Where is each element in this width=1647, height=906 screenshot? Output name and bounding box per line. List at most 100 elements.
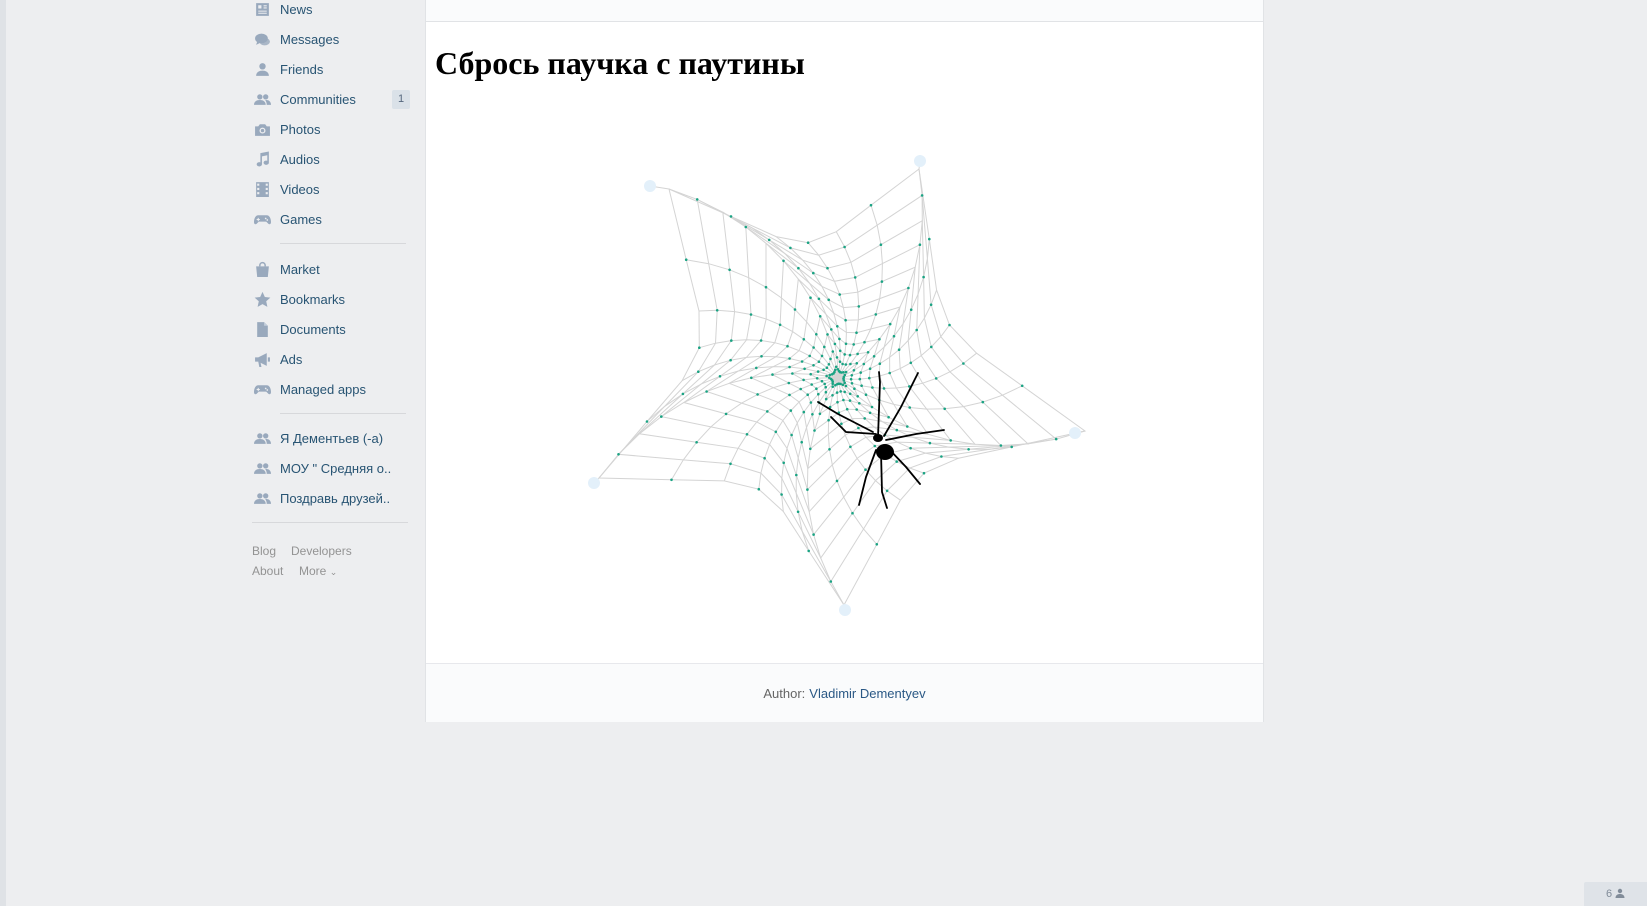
web-knot bbox=[856, 352, 859, 356]
sidebar-item-communities[interactable]: Communities 1 bbox=[252, 86, 410, 112]
web-radial-thread bbox=[686, 259, 839, 379]
web-knot bbox=[852, 369, 856, 372]
communities-icon bbox=[252, 89, 272, 109]
sidebar-item-videos[interactable]: Videos bbox=[252, 176, 410, 202]
web-knot bbox=[864, 468, 867, 472]
web-knot bbox=[852, 343, 855, 346]
web-knot bbox=[887, 415, 890, 419]
document-icon bbox=[252, 319, 272, 339]
web-knot bbox=[715, 309, 719, 312]
sidebar-item-messages[interactable]: Messages bbox=[252, 26, 410, 52]
sidebar-item-photos[interactable]: Photos bbox=[252, 116, 410, 142]
sidebar-item-group[interactable]: МОУ " Средняя о.. bbox=[252, 455, 410, 481]
friends-icon bbox=[252, 59, 272, 79]
web-knot bbox=[810, 383, 813, 386]
web-knot bbox=[730, 339, 733, 342]
web-knot bbox=[809, 447, 812, 451]
sidebar-item-friends[interactable]: Friends bbox=[252, 56, 410, 82]
web-knot bbox=[778, 323, 782, 327]
web-knot bbox=[827, 418, 830, 422]
web-knot bbox=[790, 433, 793, 437]
sidebar-item-group[interactable]: Поздравь друзей.. bbox=[252, 485, 410, 511]
sidebar-item-bookmarks[interactable]: Bookmarks bbox=[252, 286, 410, 312]
footer-link-more[interactable]: More ⌄ bbox=[299, 564, 337, 578]
web-knot bbox=[697, 370, 700, 374]
web-knot bbox=[833, 342, 837, 346]
app-panel: Сбрось паучка с паутины Author: Vladimir… bbox=[425, 22, 1264, 722]
footer-link-developers[interactable]: Developers bbox=[291, 544, 352, 558]
sidebar-item-label: Videos bbox=[280, 181, 320, 197]
web-knot bbox=[868, 376, 871, 380]
web-knot bbox=[789, 246, 792, 250]
web-knot bbox=[897, 348, 901, 352]
web-knot bbox=[920, 194, 924, 197]
web-knot bbox=[834, 365, 838, 369]
web-knot bbox=[802, 338, 806, 341]
sidebar-item-documents[interactable]: Documents bbox=[252, 316, 410, 342]
web-knot bbox=[888, 322, 892, 326]
sidebar-item-label: Audios bbox=[280, 151, 320, 167]
web-knot bbox=[843, 381, 846, 385]
author-link[interactable]: Vladimir Dementyev bbox=[809, 686, 925, 701]
web-knot bbox=[849, 445, 852, 449]
spider-web-game-canvas[interactable] bbox=[426, 22, 1263, 663]
sidebar-item-ads[interactable]: Ads bbox=[252, 346, 410, 372]
web-knot bbox=[999, 444, 1003, 447]
web-knot bbox=[853, 387, 856, 391]
sidebar-item-audios[interactable]: Audios bbox=[252, 146, 410, 172]
web-radial-thread bbox=[837, 239, 930, 379]
web-knot bbox=[882, 387, 886, 390]
web-knot bbox=[908, 406, 911, 409]
sidebar-item-managed-apps[interactable]: Managed apps bbox=[252, 376, 410, 402]
star-icon bbox=[252, 289, 272, 309]
web-knot bbox=[948, 323, 951, 327]
web-knot bbox=[1054, 437, 1058, 441]
web-knot bbox=[818, 315, 822, 318]
web-knot bbox=[838, 349, 842, 353]
sidebar-item-market[interactable]: Market bbox=[252, 256, 410, 282]
web-knot bbox=[934, 377, 938, 380]
page-title: Сбрось паучка с паутины bbox=[435, 45, 805, 81]
communities-count-badge: 1 bbox=[392, 90, 410, 109]
sidebar-item-label: Поздравь друзей.. bbox=[280, 490, 391, 506]
web-knot bbox=[813, 429, 816, 432]
web-knot bbox=[838, 337, 841, 341]
web-knot bbox=[771, 373, 774, 376]
left-edge-strip bbox=[0, 0, 6, 906]
spider-leg bbox=[858, 449, 877, 506]
spider-leg bbox=[877, 371, 881, 438]
web-knot bbox=[809, 372, 812, 376]
web-knot bbox=[812, 364, 815, 367]
web-knot bbox=[796, 510, 800, 514]
web-knot bbox=[872, 355, 876, 358]
web-knot bbox=[822, 368, 825, 372]
web-knot bbox=[845, 407, 849, 411]
footer-link-blog[interactable]: Blog bbox=[252, 544, 276, 558]
web-anchor-pin bbox=[839, 604, 851, 616]
web-knot bbox=[860, 384, 863, 388]
footer-link-about[interactable]: About bbox=[252, 564, 283, 578]
web-knot bbox=[843, 353, 846, 356]
web-knot bbox=[788, 365, 791, 369]
sidebar-item-news[interactable]: News bbox=[252, 0, 410, 22]
web-knot bbox=[817, 297, 821, 301]
web-knot bbox=[820, 354, 824, 358]
web-knot bbox=[827, 363, 831, 366]
web-knot bbox=[962, 362, 965, 365]
web-knot bbox=[943, 407, 946, 411]
web-knot bbox=[825, 366, 829, 370]
sidebar-divider bbox=[252, 522, 408, 523]
online-friends-widget[interactable]: 6 bbox=[1584, 882, 1647, 906]
sidebar-item-group[interactable]: Я Дементьев (-а) bbox=[252, 425, 410, 451]
person-icon bbox=[1615, 888, 1625, 901]
web-knot bbox=[830, 328, 833, 331]
sidebar-item-games[interactable]: Games bbox=[252, 206, 410, 232]
web-radial-thread bbox=[837, 168, 923, 379]
web-knot bbox=[833, 368, 837, 372]
web-knot bbox=[782, 259, 785, 263]
web-knot bbox=[617, 453, 620, 456]
app-author-footer: Author: Vladimir Dementyev bbox=[426, 663, 1263, 722]
web-knot bbox=[928, 237, 931, 241]
web-knot bbox=[863, 417, 866, 420]
web-knot bbox=[829, 357, 832, 361]
